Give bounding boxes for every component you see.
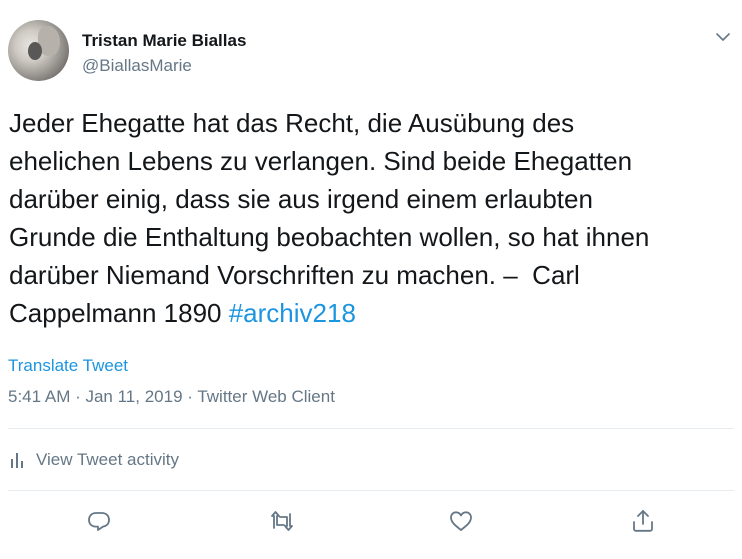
tweet-card: Tristan Marie Biallas @BiallasMarie Jede… bbox=[0, 0, 742, 559]
retweet-icon[interactable] bbox=[268, 508, 294, 534]
view-tweet-activity-link[interactable]: View Tweet activity bbox=[10, 450, 179, 470]
share-icon[interactable] bbox=[630, 508, 656, 534]
heart-icon[interactable] bbox=[448, 508, 474, 534]
translate-tweet-link[interactable]: Translate Tweet bbox=[8, 356, 128, 376]
divider bbox=[8, 490, 734, 491]
view-tweet-activity-label: View Tweet activity bbox=[36, 450, 179, 469]
display-name[interactable]: Tristan Marie Biallas bbox=[82, 31, 246, 51]
reply-icon[interactable] bbox=[86, 508, 112, 534]
avatar[interactable] bbox=[8, 20, 69, 81]
user-handle[interactable]: @BiallasMarie bbox=[82, 56, 192, 76]
tweet-text: Jeder Ehegatte hat das Recht, die Ausübu… bbox=[9, 104, 709, 332]
chevron-down-icon[interactable] bbox=[714, 30, 732, 44]
tweet-timestamp[interactable]: 5:41 AM · Jan 11, 2019 · Twitter Web Cli… bbox=[8, 387, 335, 407]
hashtag-link[interactable]: #archiv218 bbox=[229, 298, 356, 328]
bar-chart-icon bbox=[10, 452, 24, 468]
tweet-body: Jeder Ehegatte hat das Recht, die Ausübu… bbox=[9, 108, 650, 328]
divider bbox=[8, 428, 734, 429]
